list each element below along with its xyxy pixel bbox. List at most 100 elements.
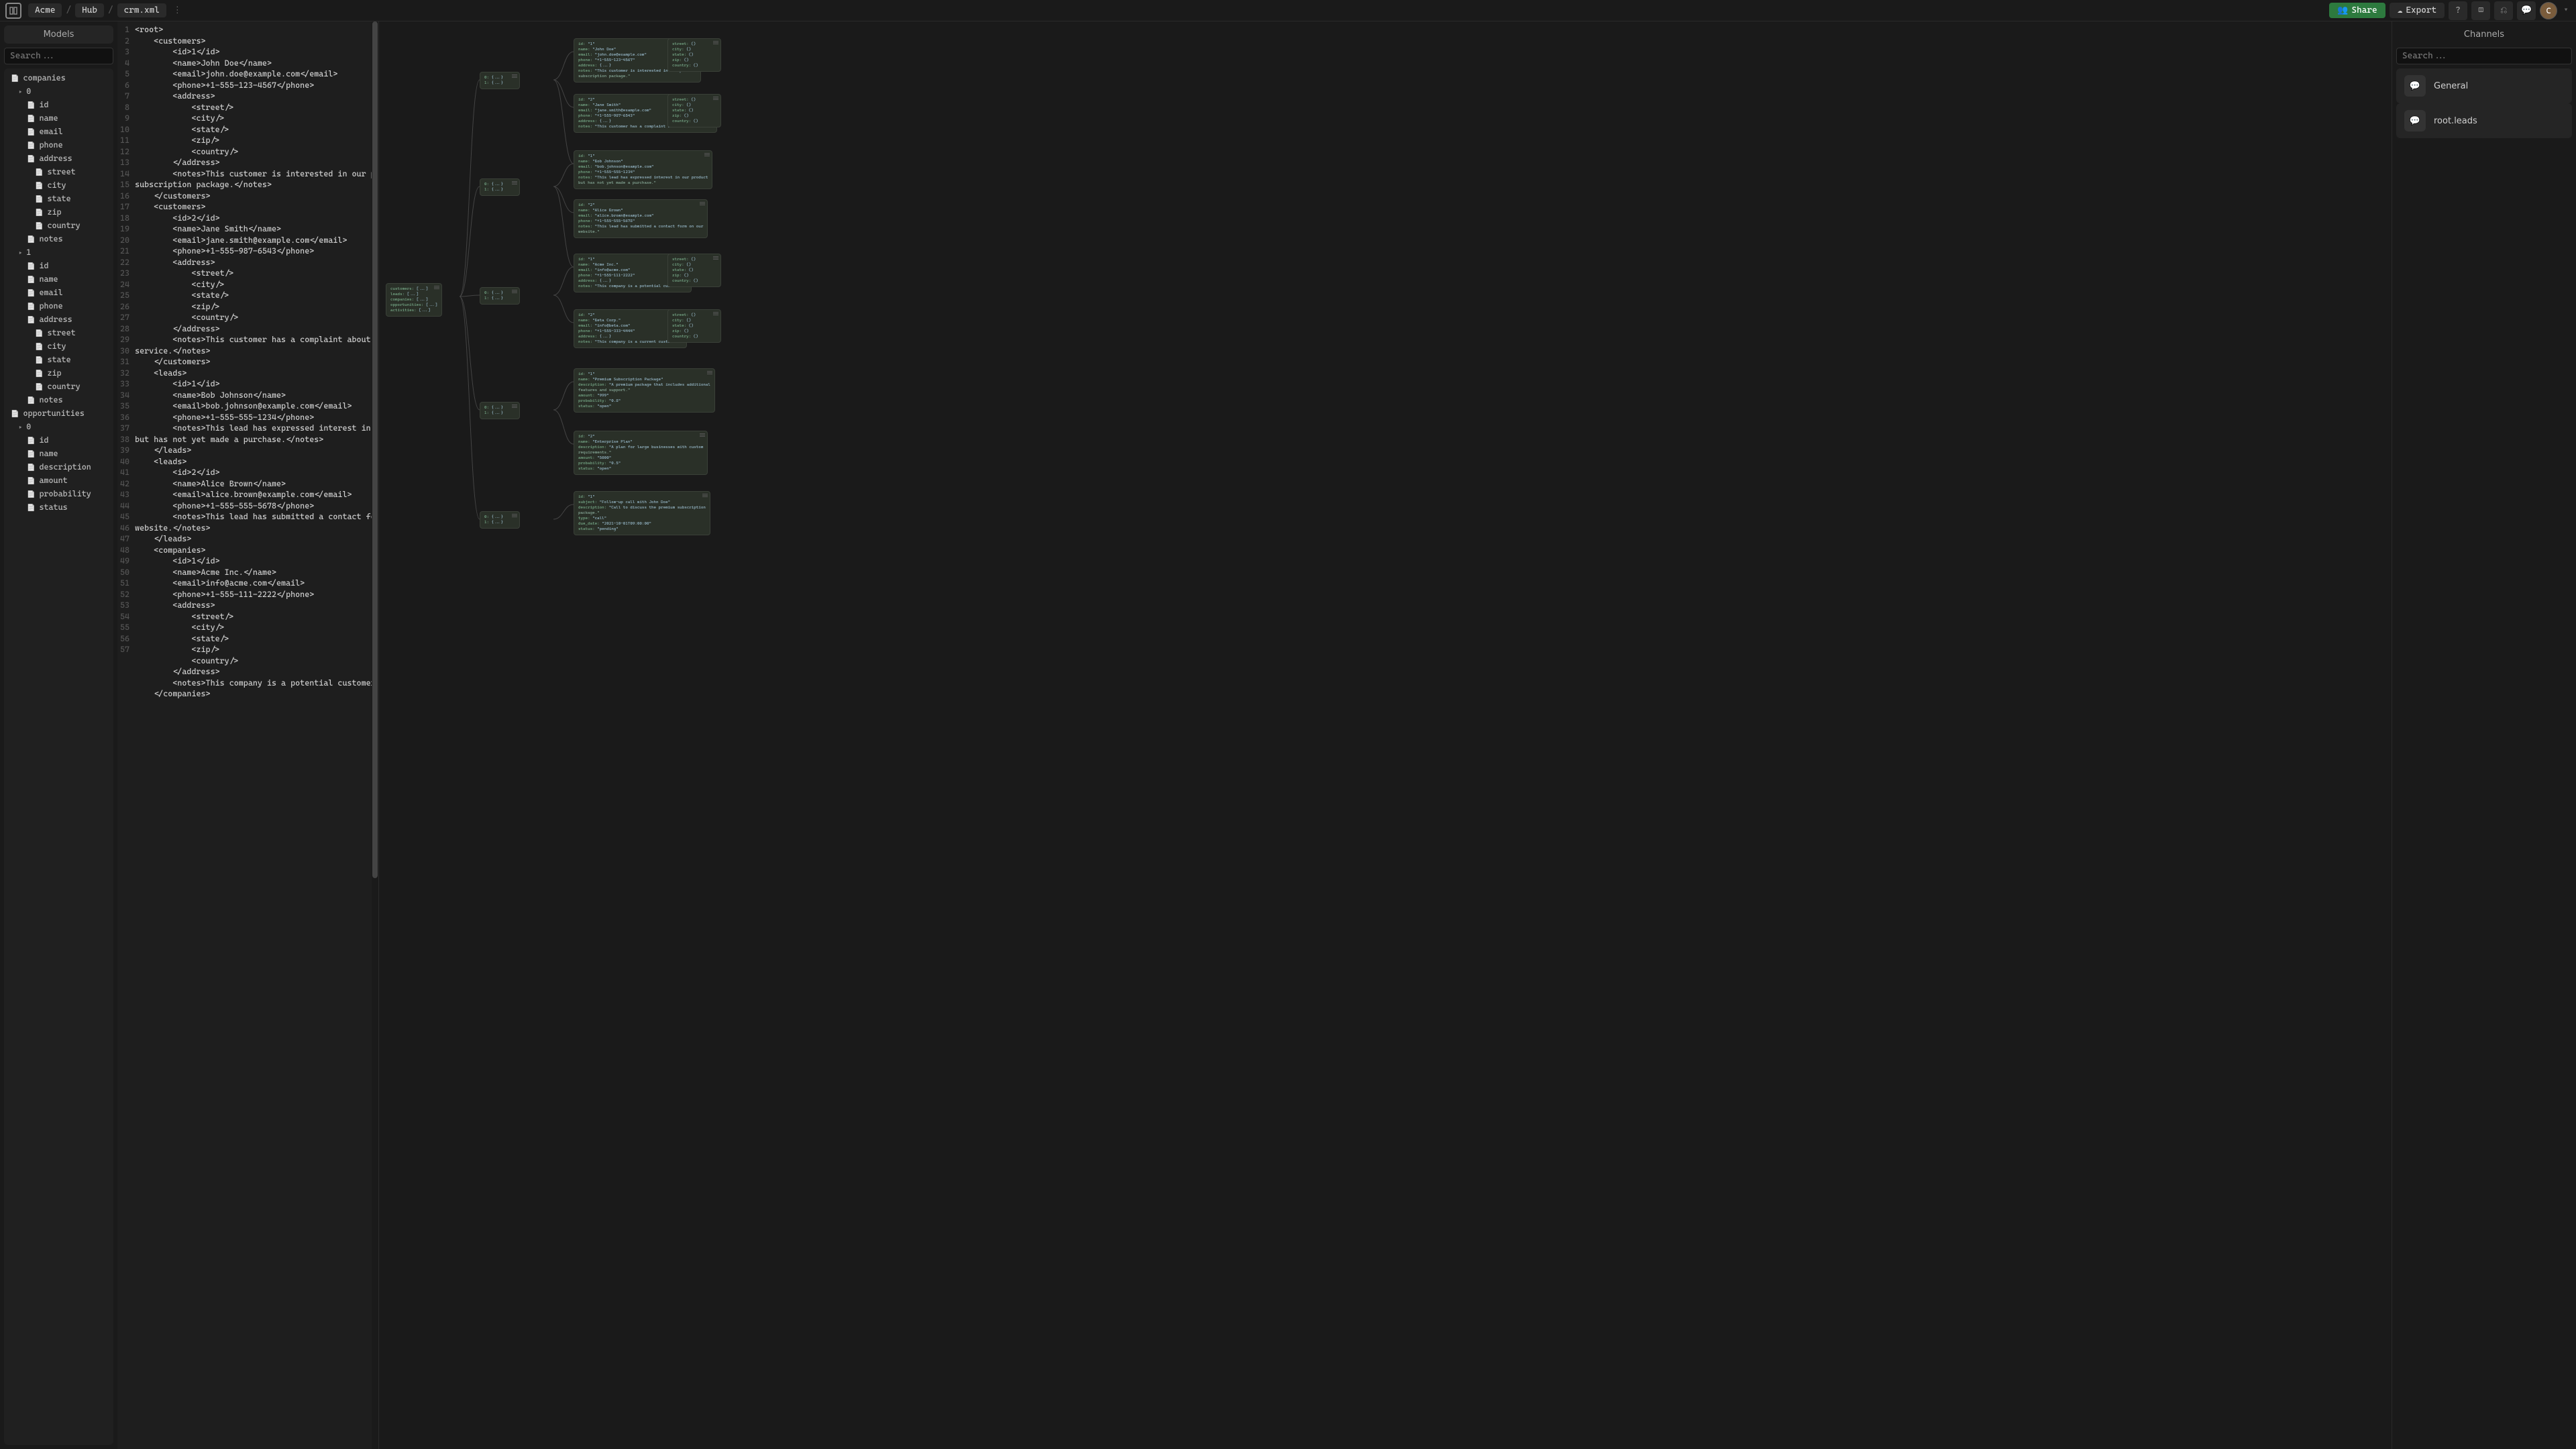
tree-item-city[interactable]: city — [4, 339, 113, 353]
drag-handle-icon[interactable] — [713, 41, 718, 44]
drag-handle-icon[interactable] — [704, 153, 710, 156]
tree-item-state[interactable]: state — [4, 192, 113, 205]
drag-handle-icon[interactable] — [713, 312, 718, 315]
tree-item-id[interactable]: id — [4, 433, 113, 447]
drag-handle-icon[interactable] — [700, 433, 705, 437]
crumb-org[interactable]: Acme — [28, 3, 62, 17]
tree-item-zip[interactable]: zip — [4, 366, 113, 380]
comment-button[interactable]: 💬 — [2517, 1, 2536, 20]
graph-node[interactable]: 0: {...}1: {...} — [480, 402, 520, 419]
drag-handle-icon[interactable] — [700, 202, 705, 205]
kebab-menu-icon[interactable]: ⋮ — [169, 5, 186, 15]
tree-item-country[interactable]: country — [4, 219, 113, 232]
drag-handle-icon[interactable] — [713, 256, 718, 260]
tree-item-country[interactable]: country — [4, 380, 113, 393]
drag-handle-icon[interactable] — [512, 290, 517, 293]
tree-item-opportunities[interactable]: opportunities — [4, 407, 113, 420]
tree-item-name[interactable]: name — [4, 272, 113, 286]
models-search-input[interactable] — [4, 48, 113, 64]
line-gutter: 1234567891011121314151617181920212223242… — [117, 21, 135, 1449]
tree-item-state[interactable]: state — [4, 353, 113, 366]
graph-node[interactable]: id: "2"name: "Enterprise Plan"descriptio… — [574, 431, 708, 475]
graph-node[interactable]: 0: {...}1: {...} — [480, 511, 520, 529]
tree-item-address[interactable]: address — [4, 313, 113, 326]
tree-item-zip[interactable]: zip — [4, 205, 113, 219]
graph-node[interactable]: 0: {...}1: {...} — [480, 72, 520, 89]
drag-handle-icon[interactable] — [512, 74, 517, 78]
tree-item-address[interactable]: address — [4, 152, 113, 165]
tree-item-street[interactable]: street — [4, 326, 113, 339]
tree-item-id[interactable]: id — [4, 259, 113, 272]
tree-item-notes[interactable]: notes — [4, 393, 113, 407]
tree-item-label: street — [47, 328, 75, 337]
code-editor[interactable]: 1234567891011121314151617181920212223242… — [117, 21, 379, 1449]
tree-item-phone[interactable]: phone — [4, 138, 113, 152]
tree-item-id[interactable]: id — [4, 98, 113, 111]
models-tree[interactable]: companies0idnameemailphoneaddressstreetc… — [4, 68, 113, 1445]
tree-item-phone[interactable]: phone — [4, 299, 113, 313]
channels-search-input[interactable] — [2396, 48, 2572, 64]
file-icon — [27, 449, 35, 458]
export-button[interactable]: ☁ Export — [2390, 3, 2445, 18]
drag-handle-icon[interactable] — [707, 371, 712, 374]
tree-item-companies[interactable]: companies — [4, 71, 113, 85]
drag-handle-icon[interactable] — [702, 494, 708, 497]
graph-node[interactable]: id: "1"name: "Premium Subscription Packa… — [574, 368, 715, 413]
graph-node[interactable]: 0: {...}1: {...} — [480, 287, 520, 305]
tree-item-status[interactable]: status — [4, 500, 113, 514]
tree-item-probability[interactable]: probability — [4, 487, 113, 500]
comment-icon: 💬 — [2521, 5, 2532, 15]
graph-node[interactable]: street: ()city: ()state: ()zip: ()countr… — [667, 38, 721, 72]
tree-item-label: address — [39, 154, 72, 163]
drag-handle-icon[interactable] — [512, 181, 517, 184]
tree-item-email[interactable]: email — [4, 286, 113, 299]
tree-item-label: 1 — [26, 248, 31, 257]
tree-item-0[interactable]: 0 — [4, 85, 113, 98]
panels-button[interactable]: ◫ — [2471, 1, 2490, 20]
tree-item-description[interactable]: description — [4, 460, 113, 474]
tree-item-city[interactable]: city — [4, 178, 113, 192]
graph-node[interactable]: street: ()city: ()state: ()zip: ()countr… — [667, 309, 721, 343]
folder-icon — [19, 87, 22, 96]
drag-handle-icon[interactable] — [713, 97, 718, 100]
tree-item-notes[interactable]: notes — [4, 232, 113, 246]
graph-node[interactable]: street: ()city: ()state: ()zip: ()countr… — [667, 254, 721, 287]
graph-node[interactable]: street: ()city: ()state: ()zip: ()countr… — [667, 94, 721, 127]
code-content[interactable]: <root> <customers> <id>1</id> <name>John… — [135, 21, 378, 1449]
channel-item[interactable]: 💬General — [2396, 68, 2572, 103]
tree-item-name[interactable]: name — [4, 447, 113, 460]
drag-handle-icon[interactable] — [512, 405, 517, 408]
graph-node[interactable]: id: "1"subject: "Follow-up call with Joh… — [574, 491, 710, 535]
tree-item-1[interactable]: 1 — [4, 246, 113, 259]
drag-handle-icon[interactable] — [512, 514, 517, 517]
chevron-down-icon[interactable]: ▾ — [2561, 7, 2571, 14]
graph-canvas[interactable]: customers: [...]leads: [...]companies: [… — [379, 21, 2392, 1449]
graph-node[interactable]: 0: {...}1: {...} — [480, 178, 520, 196]
tree-item-email[interactable]: email — [4, 125, 113, 138]
channel-item[interactable]: 💬root.leads — [2396, 103, 2572, 138]
file-icon — [27, 435, 35, 445]
drag-handle-icon[interactable] — [434, 286, 439, 289]
tree-item-0[interactable]: 0 — [4, 420, 113, 433]
graph-node[interactable]: customers: [...]leads: [...]companies: [… — [386, 283, 442, 317]
file-icon — [35, 341, 43, 351]
crumb-file[interactable]: crm.xml — [117, 3, 166, 17]
app-logo[interactable] — [5, 3, 21, 19]
editor-scrollbar[interactable] — [372, 21, 378, 1449]
avatar[interactable]: C — [2540, 2, 2557, 19]
graph-node[interactable]: id: "1"name: "Bob Johnson"email: "bob.jo… — [574, 150, 712, 189]
tree-item-street[interactable]: street — [4, 165, 113, 178]
crumb-project[interactable]: Hub — [75, 3, 104, 17]
tree-item-amount[interactable]: amount — [4, 474, 113, 487]
tree-item-label: city — [47, 341, 66, 351]
help-button[interactable]: ? — [2449, 1, 2467, 20]
tree-item-label: country — [47, 221, 80, 230]
file-icon — [27, 100, 35, 109]
tree-item-label: notes — [39, 234, 62, 244]
share-button[interactable]: 👥 Share — [2329, 3, 2385, 18]
tree-item-name[interactable]: name — [4, 111, 113, 125]
sidebar-right: Channels 💬General💬root.leads — [2392, 21, 2576, 1449]
branch-button[interactable]: ⎌ — [2494, 1, 2513, 20]
scrollbar-thumb[interactable] — [372, 21, 378, 878]
graph-node[interactable]: id: "2"name: "Alice Brown"email: "alice.… — [574, 199, 708, 238]
